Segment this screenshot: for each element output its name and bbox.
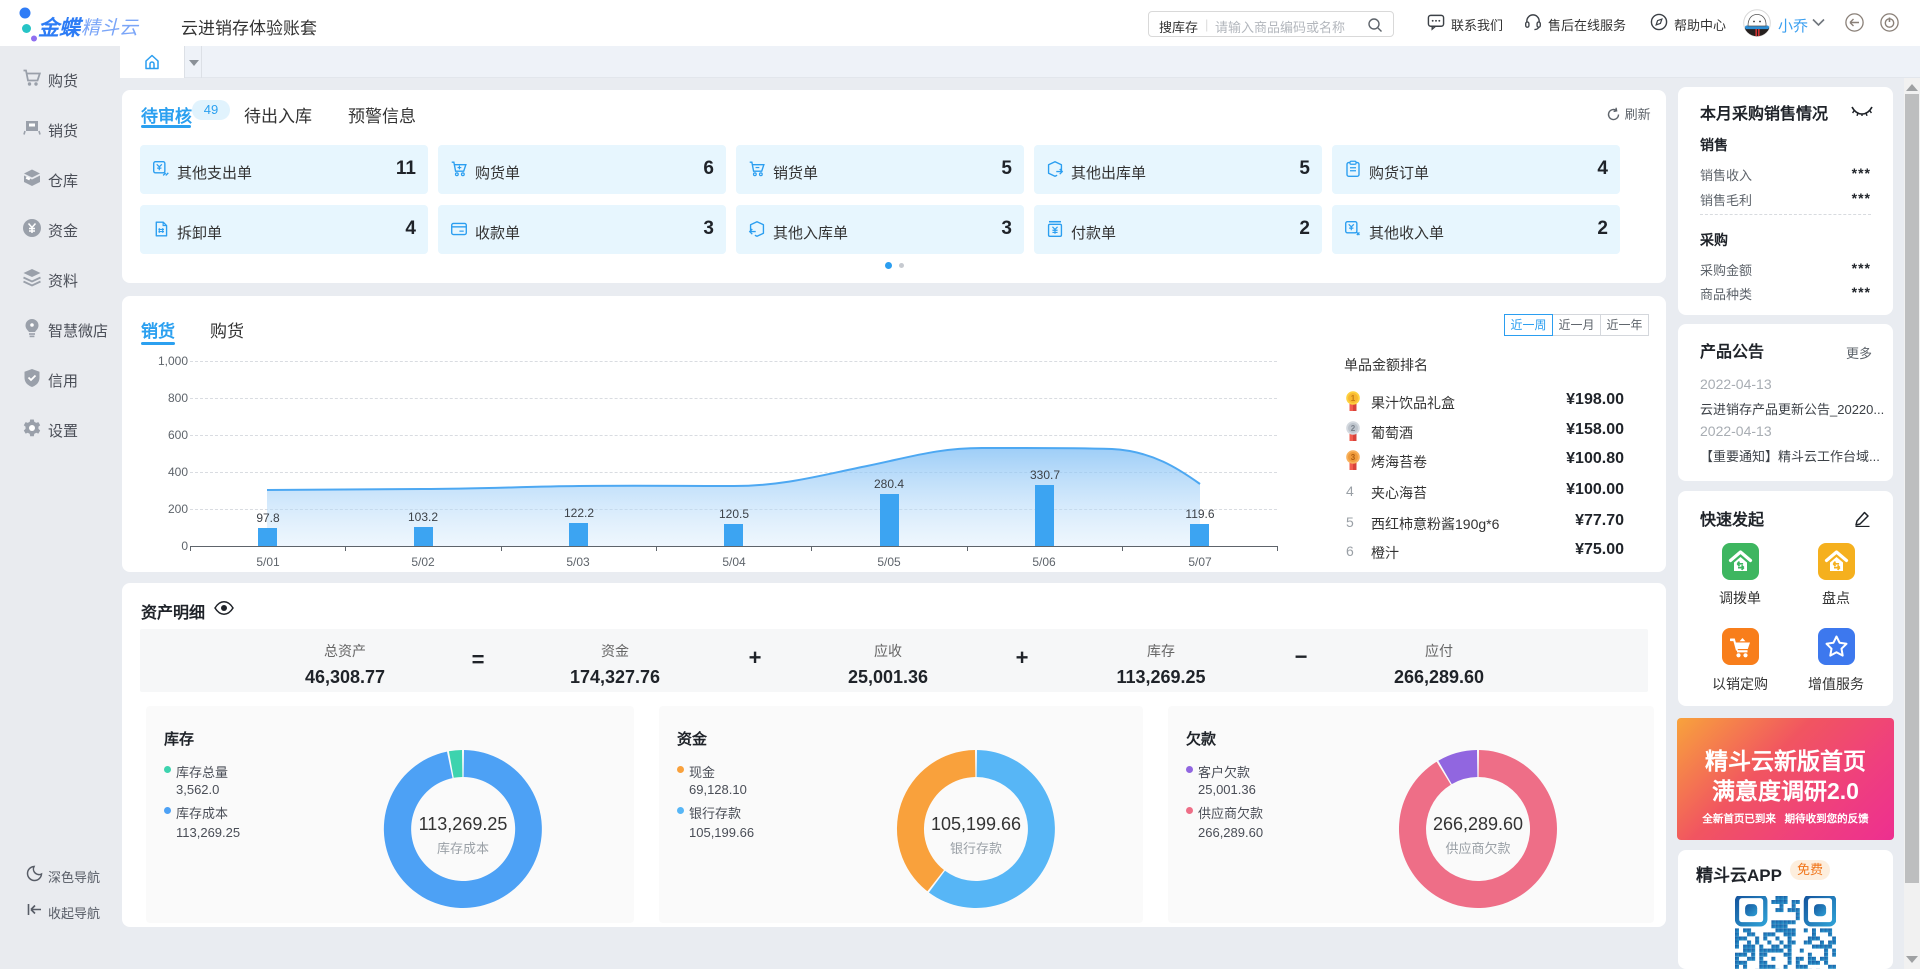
svg-text:2: 2: [1351, 424, 1356, 433]
svg-text:3: 3: [1351, 453, 1356, 462]
svg-text:1: 1: [1351, 394, 1356, 403]
